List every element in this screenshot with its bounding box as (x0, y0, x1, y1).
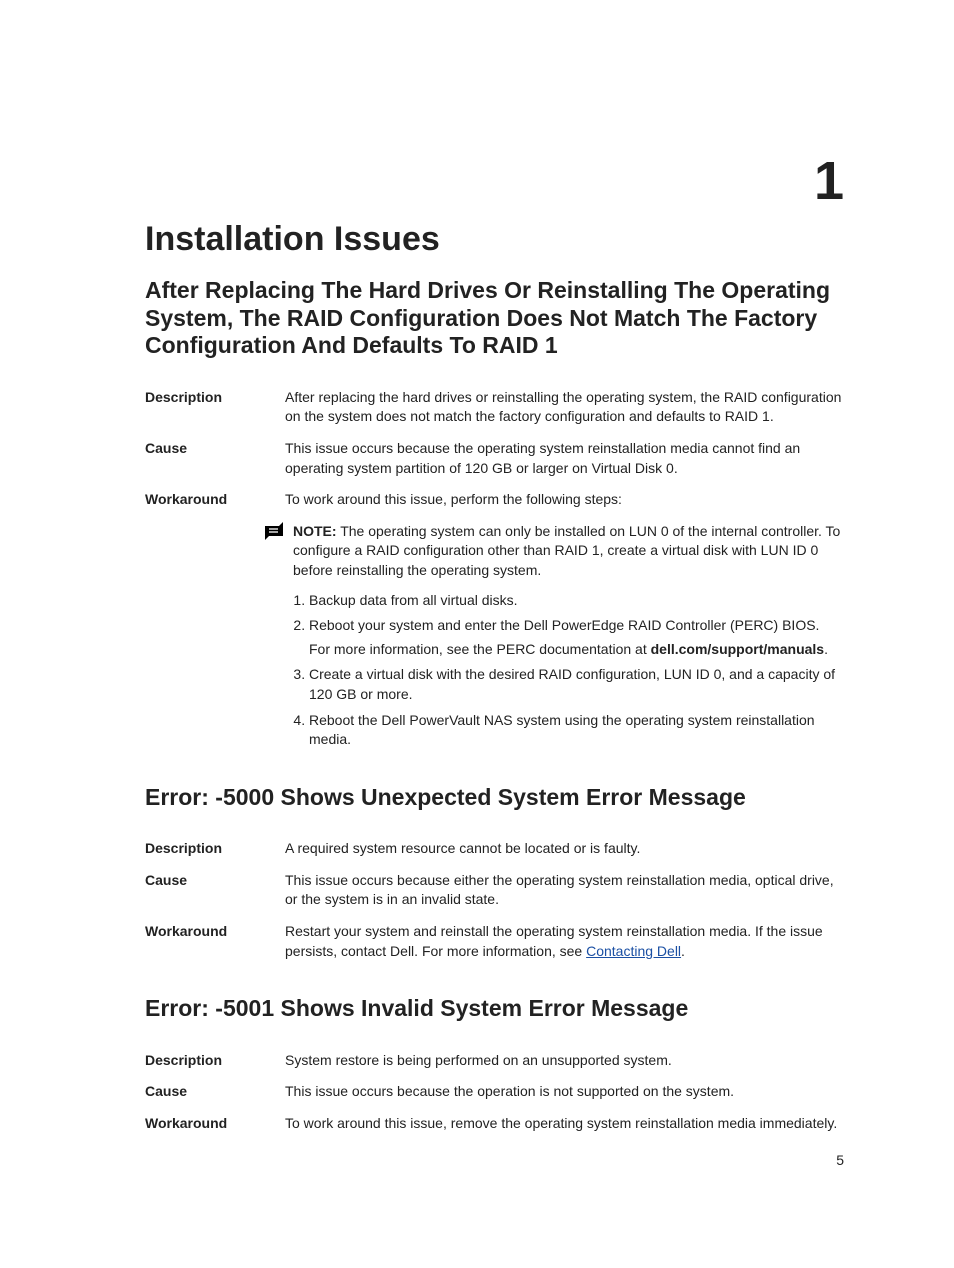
step-1: Backup data from all virtual disks. (309, 591, 844, 611)
description-text: A required system resource cannot be loc… (285, 839, 844, 859)
step-3: Create a virtual disk with the desired R… (309, 665, 844, 704)
chapter-title: Installation Issues (145, 220, 844, 259)
workaround-prefix: Restart your system and reinstall the op… (285, 923, 823, 959)
cause-text: This issue occurs because the operating … (285, 439, 844, 478)
workaround-text: To work around this issue, remove the op… (285, 1114, 844, 1134)
section-1-body: Description After replacing the hard dri… (145, 388, 844, 750)
note-icon (265, 522, 285, 581)
description-label: Description (145, 1051, 285, 1071)
step-2-sub-prefix: For more information, see the PERC docum… (309, 641, 651, 657)
workaround-label: Workaround (145, 922, 285, 961)
description-text: System restore is being performed on an … (285, 1051, 844, 1071)
note-label: NOTE: (293, 523, 337, 539)
cause-text: This issue occurs because the operation … (285, 1082, 844, 1102)
step-2-sub-link: dell.com/support/manuals (651, 641, 824, 657)
note-body: The operating system can only be install… (293, 523, 840, 578)
step-2: Reboot your system and enter the Dell Po… (309, 616, 844, 659)
cause-label: Cause (145, 871, 285, 910)
workaround-label: Workaround (145, 490, 285, 510)
page-number: 5 (836, 1152, 844, 1168)
section-1-title: After Replacing The Hard Drives Or Reins… (145, 277, 844, 360)
note-block: NOTE: The operating system can only be i… (265, 522, 844, 581)
step-2-sub: For more information, see the PERC docum… (309, 640, 844, 660)
document-page: 1 Installation Issues After Replacing Th… (0, 0, 954, 1268)
cause-label: Cause (145, 1082, 285, 1102)
section-3-body: Description System restore is being perf… (145, 1051, 844, 1134)
section-3-title: Error: -5001 Shows Invalid System Error … (145, 995, 844, 1023)
workaround-label: Workaround (145, 1114, 285, 1134)
note-text: NOTE: The operating system can only be i… (293, 522, 844, 581)
step-2-text: Reboot your system and enter the Dell Po… (309, 617, 819, 633)
workaround-suffix: . (681, 943, 685, 959)
workaround-steps: Backup data from all virtual disks. Rebo… (285, 591, 844, 750)
section-2-body: Description A required system resource c… (145, 839, 844, 961)
section-2-title: Error: -5000 Shows Unexpected System Err… (145, 784, 844, 812)
workaround-intro: To work around this issue, perform the f… (285, 490, 844, 510)
chapter-number: 1 (814, 150, 844, 212)
description-label: Description (145, 388, 285, 427)
step-4: Reboot the Dell PowerVault NAS system us… (309, 711, 844, 750)
cause-label: Cause (145, 439, 285, 478)
description-label: Description (145, 839, 285, 859)
step-2-sub-suffix: . (824, 641, 828, 657)
description-text: After replacing the hard drives or reins… (285, 388, 844, 427)
contacting-dell-link[interactable]: Contacting Dell (586, 943, 681, 959)
cause-text: This issue occurs because either the ope… (285, 871, 844, 910)
workaround-text: Restart your system and reinstall the op… (285, 922, 844, 961)
